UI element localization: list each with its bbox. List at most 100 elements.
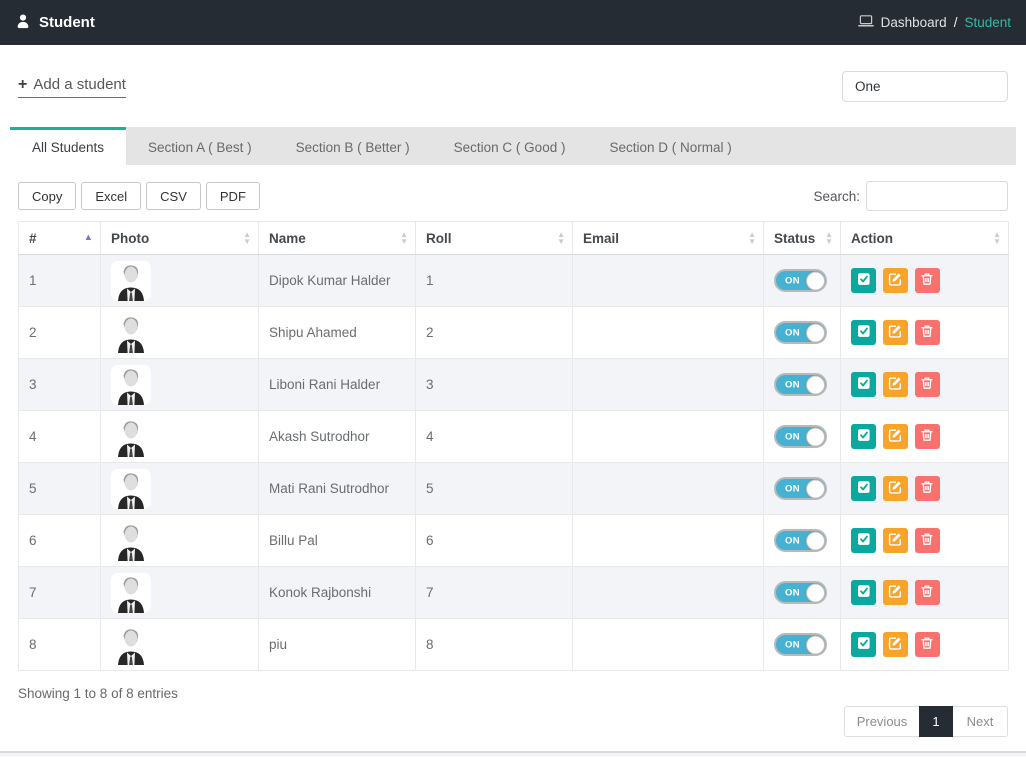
app-title: Student bbox=[39, 14, 95, 31]
header-name[interactable]: Name▲▼ bbox=[259, 222, 416, 255]
next-page-button[interactable]: Next bbox=[952, 706, 1008, 737]
table-row: 2 Shipu Ahamed 2 ON bbox=[19, 307, 1009, 359]
student-roll: 4 bbox=[416, 411, 573, 463]
page-1-button[interactable]: 1 bbox=[919, 706, 953, 737]
page-length-select[interactable]: One bbox=[842, 71, 1008, 102]
student-name: Konok Rajbonshi bbox=[259, 567, 416, 619]
status-toggle[interactable]: ON bbox=[774, 581, 827, 604]
row-number: 7 bbox=[19, 567, 101, 619]
student-name: Akash Sutrodhor bbox=[259, 411, 416, 463]
edit-button[interactable] bbox=[883, 320, 908, 345]
status-toggle[interactable]: ON bbox=[774, 529, 827, 552]
student-photo bbox=[111, 261, 151, 301]
status-toggle[interactable]: ON bbox=[774, 425, 827, 448]
row-number: 1 bbox=[19, 255, 101, 307]
delete-button[interactable] bbox=[915, 580, 940, 605]
trash-icon bbox=[920, 480, 934, 497]
edit-button[interactable] bbox=[883, 580, 908, 605]
approve-button[interactable] bbox=[851, 424, 876, 449]
status-toggle[interactable]: ON bbox=[774, 633, 827, 656]
table-row: 7 Konok Rajbonshi 7 ON bbox=[19, 567, 1009, 619]
edit-button[interactable] bbox=[883, 632, 908, 657]
edit-button[interactable] bbox=[883, 268, 908, 293]
sort-desc-icon: ▼ bbox=[993, 238, 1001, 245]
tab-all-students[interactable]: All Students bbox=[10, 127, 126, 165]
row-number: 3 bbox=[19, 359, 101, 411]
approve-button[interactable] bbox=[851, 476, 876, 501]
tab-section-d[interactable]: Section D ( Normal ) bbox=[587, 127, 753, 165]
delete-button[interactable] bbox=[915, 528, 940, 553]
header-status[interactable]: Status▲▼ bbox=[764, 222, 841, 255]
delete-button[interactable] bbox=[915, 372, 940, 397]
row-number: 5 bbox=[19, 463, 101, 515]
tab-section-c[interactable]: Section C ( Good ) bbox=[432, 127, 588, 165]
excel-button[interactable]: Excel bbox=[81, 182, 141, 210]
edit-button[interactable] bbox=[883, 476, 908, 501]
student-email bbox=[573, 255, 764, 307]
previous-page-button[interactable]: Previous bbox=[844, 706, 920, 737]
pencil-square-icon bbox=[888, 376, 902, 393]
plus-icon: + bbox=[18, 76, 27, 94]
status-toggle[interactable]: ON bbox=[774, 477, 827, 500]
approve-button[interactable] bbox=[851, 320, 876, 345]
pencil-square-icon bbox=[888, 272, 902, 289]
table-row: 1 Dipok Kumar Halder 1 ON bbox=[19, 255, 1009, 307]
search-input[interactable] bbox=[866, 181, 1008, 211]
check-square-icon bbox=[857, 272, 871, 289]
breadcrumb-dashboard[interactable]: Dashboard bbox=[881, 15, 947, 30]
header-action[interactable]: Action▲▼ bbox=[841, 222, 1009, 255]
status-toggle-label: ON bbox=[785, 587, 800, 598]
edit-button[interactable] bbox=[883, 424, 908, 449]
edit-button[interactable] bbox=[883, 528, 908, 553]
table-row: 6 Billu Pal 6 ON bbox=[19, 515, 1009, 567]
check-square-icon bbox=[857, 532, 871, 549]
student-photo bbox=[111, 365, 151, 405]
student-roll: 5 bbox=[416, 463, 573, 515]
pdf-button[interactable]: PDF bbox=[206, 182, 260, 210]
csv-button[interactable]: CSV bbox=[146, 182, 201, 210]
brand: Student bbox=[15, 13, 95, 33]
copy-button[interactable]: Copy bbox=[18, 182, 76, 210]
student-photo bbox=[111, 313, 151, 353]
check-square-icon bbox=[857, 376, 871, 393]
status-toggle[interactable]: ON bbox=[774, 373, 827, 396]
delete-button[interactable] bbox=[915, 424, 940, 449]
export-buttons: Copy Excel CSV PDF bbox=[18, 182, 260, 210]
student-name: Liboni Rani Halder bbox=[259, 359, 416, 411]
pencil-square-icon bbox=[888, 584, 902, 601]
laptop-icon bbox=[858, 14, 874, 31]
breadcrumb-current[interactable]: Student bbox=[964, 15, 1011, 30]
approve-button[interactable] bbox=[851, 372, 876, 397]
add-student-link[interactable]: + Add a student bbox=[18, 76, 126, 98]
edit-button[interactable] bbox=[883, 372, 908, 397]
page-toolbar: + Add a student One bbox=[18, 71, 1008, 102]
status-toggle-knob bbox=[806, 427, 825, 446]
check-square-icon bbox=[857, 636, 871, 653]
status-toggle-knob bbox=[806, 323, 825, 342]
pencil-square-icon bbox=[888, 480, 902, 497]
status-toggle[interactable]: ON bbox=[774, 321, 827, 344]
header-roll[interactable]: Roll▲▼ bbox=[416, 222, 573, 255]
row-number: 6 bbox=[19, 515, 101, 567]
status-toggle-label: ON bbox=[785, 431, 800, 442]
approve-button[interactable] bbox=[851, 632, 876, 657]
delete-button[interactable] bbox=[915, 268, 940, 293]
table-row: 8 piu 8 ON bbox=[19, 619, 1009, 671]
header-num[interactable]: #▲ bbox=[19, 222, 101, 255]
approve-button[interactable] bbox=[851, 268, 876, 293]
header-email[interactable]: Email▲▼ bbox=[573, 222, 764, 255]
tab-pane: Copy Excel CSV PDF Search: #▲ bbox=[10, 165, 1016, 737]
student-name: Shipu Ahamed bbox=[259, 307, 416, 359]
delete-button[interactable] bbox=[915, 632, 940, 657]
delete-button[interactable] bbox=[915, 320, 940, 345]
student-name: Billu Pal bbox=[259, 515, 416, 567]
tab-section-b[interactable]: Section B ( Better ) bbox=[274, 127, 432, 165]
approve-button[interactable] bbox=[851, 580, 876, 605]
header-photo[interactable]: Photo▲▼ bbox=[101, 222, 259, 255]
row-number: 8 bbox=[19, 619, 101, 671]
approve-button[interactable] bbox=[851, 528, 876, 553]
tab-section-a[interactable]: Section A ( Best ) bbox=[126, 127, 274, 165]
student-name: Mati Rani Sutrodhor bbox=[259, 463, 416, 515]
status-toggle[interactable]: ON bbox=[774, 269, 827, 292]
delete-button[interactable] bbox=[915, 476, 940, 501]
